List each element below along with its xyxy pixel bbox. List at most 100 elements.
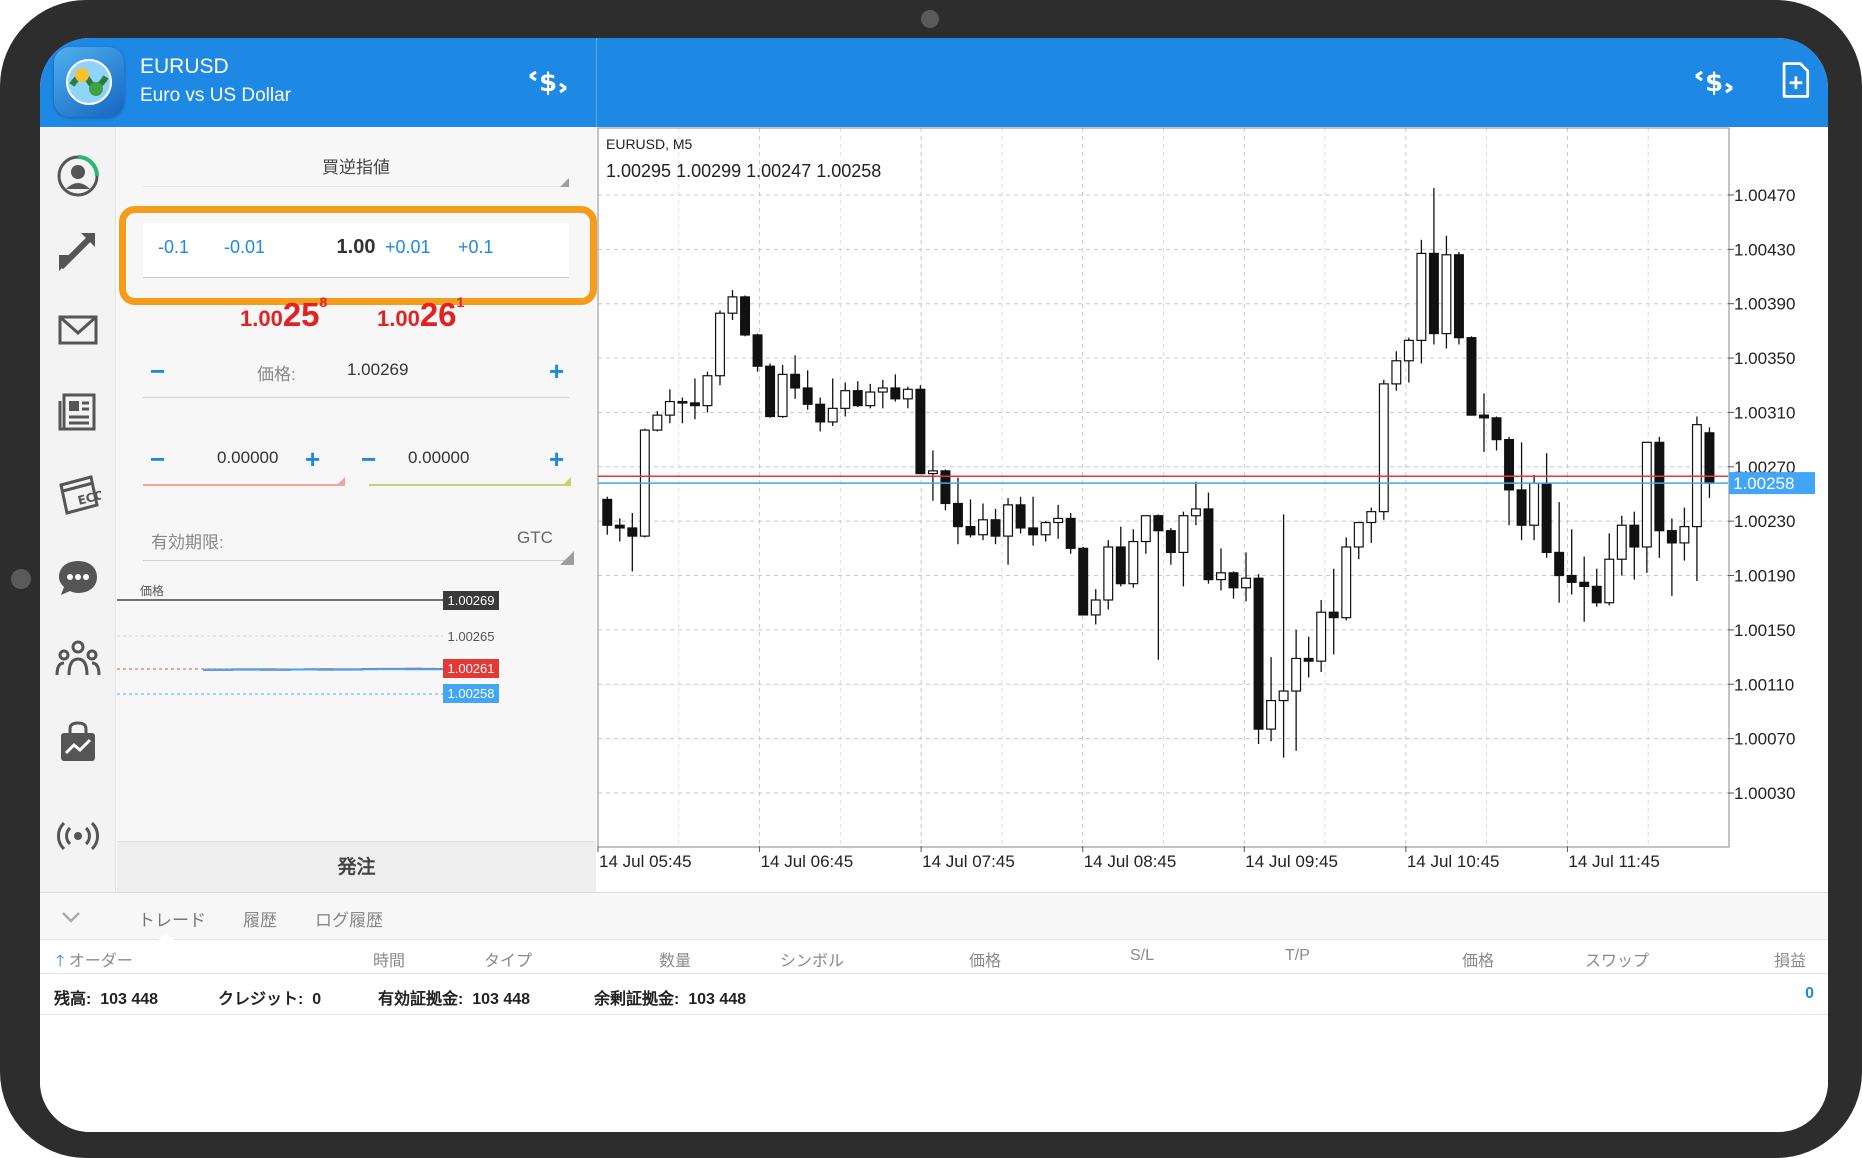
candle-body: [1353, 521, 1364, 548]
candle-body: [1266, 699, 1277, 730]
nav-mail[interactable]: [47, 303, 109, 357]
y-tick-label: 1.00310: [1734, 403, 1795, 422]
col-price[interactable]: 価格: [969, 947, 1001, 971]
market-bag-icon: [61, 721, 95, 761]
price-plus-button[interactable]: +: [549, 358, 564, 384]
nav-signals[interactable]: [47, 809, 109, 863]
nav-community[interactable]: [47, 631, 109, 685]
header-divider: [596, 38, 597, 127]
balance-summary: 残高: 103 448: [54, 985, 158, 1009]
col-profit[interactable]: 損益: [1774, 947, 1806, 971]
candle-body: [1165, 530, 1176, 554]
ask-price: 1.00261: [377, 294, 464, 334]
y-tick-label: 1.00390: [1734, 295, 1795, 314]
candle-body: [1178, 515, 1189, 554]
nav-trade[interactable]: [47, 223, 109, 277]
mini-chart-level-label-4: 1.00258: [443, 684, 499, 703]
candle-body: [1391, 360, 1402, 385]
candle-body: [802, 387, 813, 405]
candle-body: [1090, 599, 1101, 616]
price-input[interactable]: 1.00269: [347, 360, 408, 380]
candle-body: [752, 334, 763, 367]
main-chart-area[interactable]: 1.00470 1.00430 1.00390 1.00350 1.00310 1.002…: [597, 127, 1828, 892]
col-type[interactable]: タイプ: [484, 947, 532, 971]
col-current-price[interactable]: 価格: [1462, 947, 1494, 971]
svg-text:$: $: [1705, 68, 1723, 98]
take-profit-input[interactable]: 0.00000: [408, 448, 469, 468]
col-symbol[interactable]: シンボル: [780, 947, 844, 971]
candle-body: [702, 375, 713, 407]
candle-body: [865, 391, 876, 407]
stop-loss-input[interactable]: 0.00000: [217, 448, 278, 468]
tab-trade[interactable]: トレード: [138, 906, 206, 931]
y-tick-label: 1.00470: [1734, 186, 1795, 205]
place-order-button[interactable]: 発注: [117, 841, 596, 892]
col-sl[interactable]: S/L: [1130, 947, 1154, 965]
col-time[interactable]: 時間: [373, 947, 405, 971]
candle-body: [1053, 517, 1064, 524]
candle-body: [627, 527, 638, 537]
candle-body: [614, 524, 625, 529]
tp-minus-button[interactable]: −: [361, 446, 376, 472]
candle-body: [1604, 558, 1615, 604]
candle-body: [1366, 511, 1377, 524]
candle-body: [1516, 489, 1527, 526]
candle-body: [1428, 252, 1439, 335]
symbol-title: EURUSD: [140, 55, 229, 78]
bid-prefix: 1.00: [240, 306, 283, 331]
tab-history[interactable]: 履歴: [243, 906, 277, 931]
balance-label: 残高:: [54, 991, 92, 1008]
quick-trade-dollar-icon[interactable]: $: [526, 62, 570, 102]
mini-chart-level-text-2: 1.00265: [448, 629, 495, 644]
tp-plus-button[interactable]: +: [549, 446, 564, 472]
candle-body: [664, 400, 675, 416]
nav-news[interactable]: [47, 385, 109, 439]
x-tick-label: 14 Jul 05:45: [599, 852, 692, 871]
sl-plus-button[interactable]: +: [305, 446, 320, 472]
col-swap[interactable]: スワップ: [1585, 947, 1649, 971]
free-margin-value: 103 448: [688, 991, 747, 1008]
bid-price: 1.00258: [240, 294, 327, 334]
x-tick-label: 14 Jul 09:45: [1245, 852, 1338, 871]
app-logo-icon[interactable]: [54, 47, 124, 117]
candle-body: [765, 365, 776, 418]
current-price-label: 1.00258: [1733, 474, 1794, 493]
candle-body: [1629, 524, 1640, 548]
credit-label: クレジット:: [218, 991, 304, 1008]
nav-calendar[interactable]: ECON: [47, 467, 109, 521]
camera-dot: [921, 10, 939, 28]
candle-body: [1666, 530, 1677, 544]
nav-quotes[interactable]: [47, 149, 109, 203]
candle-body: [790, 373, 801, 389]
tab-journal[interactable]: ログ履歴: [315, 906, 383, 931]
news-icon: [58, 393, 96, 431]
candle-body: [1491, 417, 1502, 441]
sl-minus-button[interactable]: −: [150, 446, 165, 472]
x-tick-label: 14 Jul 10:45: [1407, 852, 1500, 871]
credit-summary: クレジット: 0: [218, 985, 321, 1009]
chevron-down-icon[interactable]: [58, 905, 84, 929]
col-volume[interactable]: 数量: [659, 947, 691, 971]
credit-value: 0: [312, 991, 322, 1008]
candle-body: [1591, 585, 1602, 604]
nav-market[interactable]: [47, 715, 109, 769]
candle-body: [1278, 690, 1289, 702]
order-type-select[interactable]: 買逆指値: [143, 153, 569, 178]
col-tp[interactable]: T/P: [1285, 947, 1310, 965]
candle-body: [689, 402, 700, 407]
toolbox-panel: トレード 履歴 ログ履歴 🡑 オーダー 時間 タイプ 数量 シンボル 価格 S/…: [40, 892, 1828, 1132]
candle-body: [1453, 254, 1464, 339]
candle-body: [740, 296, 751, 336]
sl-corner-icon: [336, 477, 345, 486]
app-screen: EURUSD Euro vs US Dollar $ $ ECON 買逆指値 -…: [40, 38, 1828, 1132]
y-tick-label: 1.00030: [1734, 784, 1795, 803]
price-minus-button[interactable]: −: [150, 358, 165, 384]
col-order[interactable]: 🡑 オーダー: [56, 947, 133, 977]
new-order-document-icon[interactable]: [1773, 60, 1817, 100]
one-click-trading-dollar-icon[interactable]: $: [1692, 62, 1736, 102]
candlestick-chart[interactable]: 1.00470 1.00430 1.00390 1.00350 1.00310 1.002…: [597, 127, 1828, 892]
equity-value: 103 448: [472, 991, 531, 1008]
candle-body: [902, 388, 913, 400]
nav-chat[interactable]: [47, 551, 109, 605]
expiry-select[interactable]: GTC: [517, 528, 553, 548]
